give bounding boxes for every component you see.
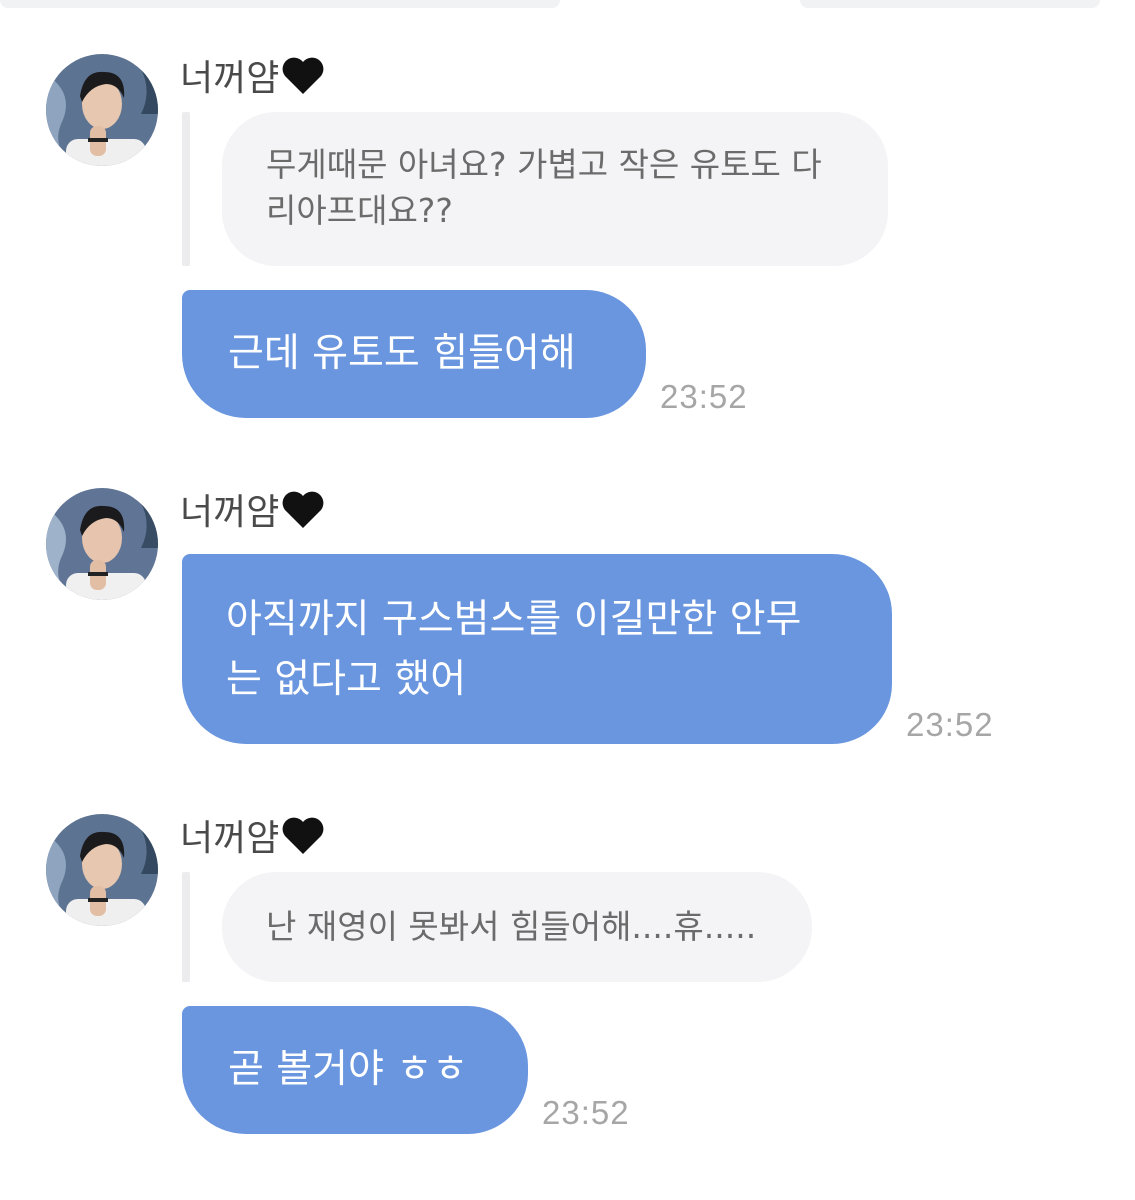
sender-name: 너꺼얌 <box>180 490 325 541</box>
black-heart-icon <box>281 816 325 867</box>
black-heart-icon <box>281 490 325 541</box>
sender-name-text: 너꺼얌 <box>180 818 280 859</box>
avatar[interactable] <box>46 488 158 600</box>
quoted-text-line: 무게때문 아녀요? 가볍고 작은 유토도 다 <box>266 145 822 184</box>
top-edge-bar-left <box>0 0 560 8</box>
message-bubble[interactable]: 아직까지 구스범스를 이길만한 안무 는 없다고 했어 <box>182 554 892 744</box>
timestamp: 23:52 <box>542 1094 630 1131</box>
top-edge-bar-right <box>800 0 1100 8</box>
timestamp: 23:52 <box>906 706 994 743</box>
message-bubble[interactable]: 근데 유토도 힘들어해 <box>182 290 646 418</box>
avatar[interactable] <box>46 814 158 926</box>
black-heart-icon <box>281 56 325 107</box>
avatar[interactable] <box>46 54 158 166</box>
message-text-line: 는 없다고 했어 <box>226 657 467 702</box>
message-bubble[interactable]: 곧 볼거야 ㅎㅎ <box>182 1006 528 1134</box>
timestamp: 23:52 <box>660 378 748 415</box>
quoted-text-line: 난 재영이 못봐서 힘들어해....휴..... <box>266 907 757 946</box>
reply-indicator <box>182 112 190 266</box>
quoted-text-line: 리아프대요?? <box>266 191 453 230</box>
sender-name: 너꺼얌 <box>180 56 325 107</box>
sender-name: 너꺼얌 <box>180 816 325 867</box>
message-text: 곧 볼거야 ㅎㅎ <box>228 1047 469 1092</box>
sender-name-text: 너꺼얌 <box>180 492 280 533</box>
reply-indicator <box>182 872 190 982</box>
message-text: 근데 유토도 힘들어해 <box>228 331 576 376</box>
message-text-line: 아직까지 구스범스를 이길만한 안무 <box>226 597 802 642</box>
quoted-message[interactable]: 무게때문 아녀요? 가볍고 작은 유토도 다 리아프대요?? <box>222 112 888 266</box>
sender-name-text: 너꺼얌 <box>180 58 280 99</box>
quoted-message[interactable]: 난 재영이 못봐서 힘들어해....휴..... <box>222 872 812 982</box>
